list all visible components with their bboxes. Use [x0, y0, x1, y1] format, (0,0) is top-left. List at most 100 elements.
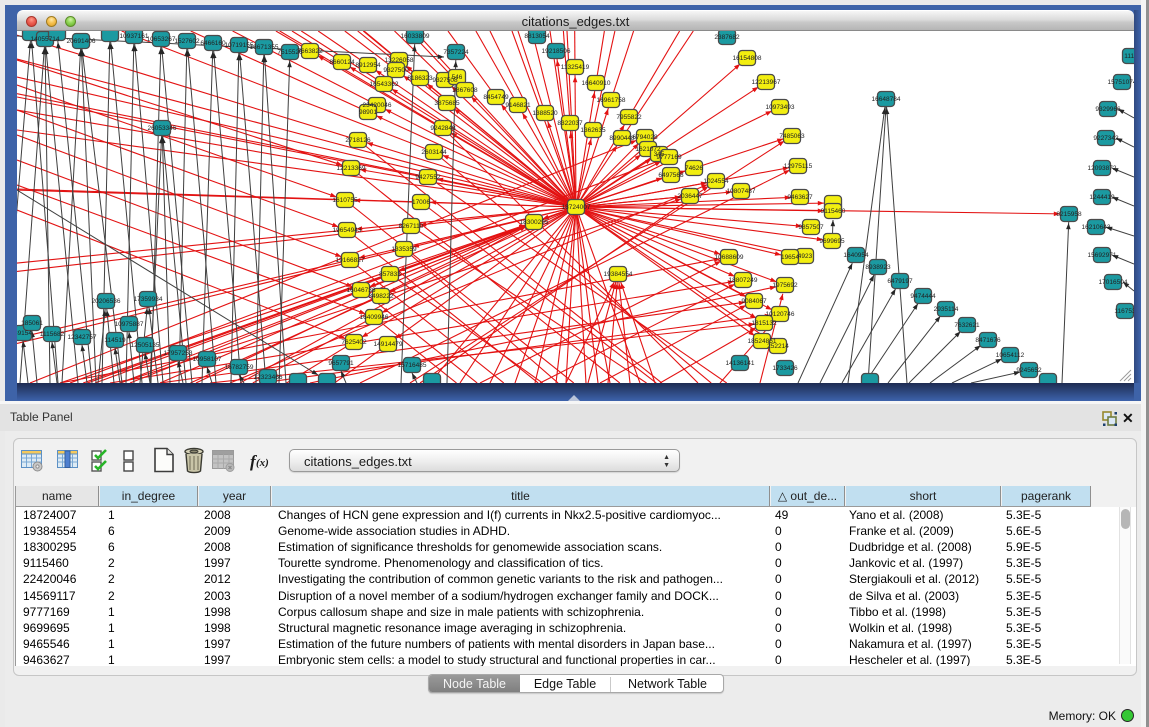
svg-text:10937161: 10937161: [120, 33, 149, 40]
svg-text:15692971: 15692971: [1088, 252, 1117, 259]
svg-text:12975115: 12975115: [784, 163, 813, 170]
svg-text:10120746: 10120746: [766, 311, 795, 318]
svg-text:98901: 98901: [359, 109, 377, 116]
svg-text:7663822: 7663822: [297, 48, 323, 55]
svg-text:16154808: 16154808: [733, 55, 762, 62]
svg-text:2867608: 2867608: [452, 87, 478, 94]
svg-text:114519: 114519: [104, 337, 126, 344]
svg-text:13226058: 13226058: [385, 57, 414, 64]
svg-text:8990448: 8990448: [609, 135, 635, 142]
svg-text:1388520: 1388520: [532, 110, 558, 117]
svg-text:7632621: 7632621: [954, 322, 980, 329]
svg-text:16648784: 16648784: [872, 96, 901, 103]
svg-text:8215958: 8215958: [1056, 211, 1082, 218]
svg-text:1527602: 1527602: [174, 38, 200, 45]
svg-text:14055714: 14055714: [31, 36, 60, 43]
svg-text:8471676: 8471676: [975, 337, 1001, 344]
svg-text:8938923: 8938923: [865, 264, 891, 271]
svg-text:1335359: 1335359: [391, 246, 417, 253]
svg-text:10958107: 10958107: [193, 356, 222, 363]
svg-text:9463627: 9463627: [787, 194, 813, 201]
svg-text:9777169: 9777169: [656, 154, 682, 161]
svg-text:8912954: 8912954: [355, 62, 381, 69]
svg-text:8322037: 8322037: [557, 120, 583, 127]
svg-text:2603144: 2603144: [421, 149, 447, 156]
svg-text:1733426: 1733426: [772, 365, 798, 372]
svg-text:7485063: 7485063: [779, 133, 805, 140]
svg-text:6497568: 6497568: [658, 172, 684, 179]
svg-text:1244419: 1244419: [1089, 194, 1115, 201]
svg-text:10688609: 10688609: [715, 254, 744, 261]
svg-text:185061: 185061: [21, 320, 43, 327]
svg-text:18807249: 18807249: [729, 277, 758, 284]
svg-text:9857507: 9857507: [798, 224, 824, 231]
svg-text:11325419: 11325419: [561, 64, 590, 71]
svg-text:(x): (x): [256, 457, 269, 469]
svg-text:74626: 74626: [685, 165, 703, 172]
svg-text:14914479: 14914479: [374, 341, 403, 348]
svg-text:9329966: 9329966: [1095, 106, 1121, 113]
svg-text:9699695: 9699695: [819, 238, 845, 245]
svg-text:2718126: 2718126: [345, 137, 371, 144]
svg-text:16671355: 16671355: [250, 44, 279, 51]
svg-text:19166827: 19166827: [336, 257, 365, 264]
svg-text:12505135: 12505135: [131, 342, 160, 349]
svg-text:16782759: 16782759: [225, 364, 254, 371]
svg-text:546: 546: [452, 74, 463, 81]
svg-text:1610755: 1610755: [332, 197, 358, 204]
svg-text:9227342: 9227342: [1093, 135, 1119, 142]
svg-text:7357224: 7357224: [443, 49, 469, 56]
svg-text:16640910: 16640910: [582, 80, 611, 87]
svg-text:17359934: 17359934: [134, 296, 163, 303]
svg-text:1024554: 1024554: [703, 178, 729, 185]
svg-text:4923: 4923: [798, 253, 813, 260]
svg-text:3875685: 3875685: [434, 100, 460, 107]
svg-text:9657791: 9657791: [328, 360, 354, 367]
svg-text:18724007: 18724007: [562, 204, 591, 211]
svg-text:9242848: 9242848: [430, 125, 456, 132]
svg-text:17016504: 17016504: [1099, 279, 1128, 286]
svg-text:2036447: 2036447: [677, 193, 703, 200]
svg-text:15751074: 15751074: [1108, 79, 1134, 86]
svg-text:16961758: 16961758: [597, 97, 626, 104]
svg-text:1975692: 1975692: [772, 282, 798, 289]
svg-text:18300295: 18300295: [520, 219, 549, 226]
svg-text:16033809: 16033809: [401, 33, 430, 40]
svg-text:10807487: 10807487: [727, 188, 756, 195]
svg-text:39154: 39154: [17, 330, 32, 337]
svg-text:10654112: 10654112: [996, 352, 1025, 359]
svg-text:8813054: 8813054: [524, 33, 550, 40]
svg-text:1117: 1117: [1124, 53, 1134, 60]
svg-text:20691406: 20691406: [67, 38, 96, 45]
svg-text:9084067: 9084067: [741, 298, 767, 305]
svg-text:8454749: 8454749: [483, 94, 509, 101]
svg-text:8267110: 8267110: [399, 223, 424, 230]
svg-text:19384554: 19384554: [604, 271, 633, 278]
svg-text:2935114: 2935114: [934, 306, 959, 313]
svg-text:16210643: 16210643: [1082, 224, 1111, 231]
svg-text:9115460: 9115460: [821, 208, 846, 215]
svg-text:19654943: 19654943: [333, 227, 362, 234]
svg-text:9427552: 9427552: [415, 174, 441, 181]
svg-text:1115682: 1115682: [40, 331, 65, 338]
svg-text:9146821: 9146821: [505, 102, 531, 109]
svg-text:12342757: 12342757: [68, 334, 97, 341]
svg-text:2387682: 2387682: [714, 34, 740, 41]
svg-text:7625402: 7625402: [341, 339, 367, 346]
svg-text:26053346: 26053346: [148, 125, 177, 132]
svg-text:16409946: 16409946: [360, 314, 389, 321]
svg-text:12093872: 12093872: [1088, 165, 1117, 172]
svg-text:3498222: 3498222: [368, 293, 394, 300]
svg-text:12323466: 12323466: [254, 374, 283, 381]
svg-text:10653267: 10653267: [147, 36, 176, 43]
svg-text:12213369: 12213369: [337, 165, 366, 172]
svg-text:116753: 116753: [1114, 308, 1134, 315]
svg-text:9245652: 9245652: [1016, 367, 1042, 374]
svg-text:6794028: 6794028: [632, 134, 658, 141]
svg-text:19218506: 19218506: [542, 48, 571, 55]
svg-text:857833: 857833: [379, 271, 401, 278]
svg-text:8660124: 8660124: [329, 59, 355, 66]
svg-text:1640954: 1640954: [843, 252, 869, 259]
svg-text:1815132: 1815132: [751, 320, 777, 327]
svg-text:16543362: 16543362: [370, 81, 399, 88]
